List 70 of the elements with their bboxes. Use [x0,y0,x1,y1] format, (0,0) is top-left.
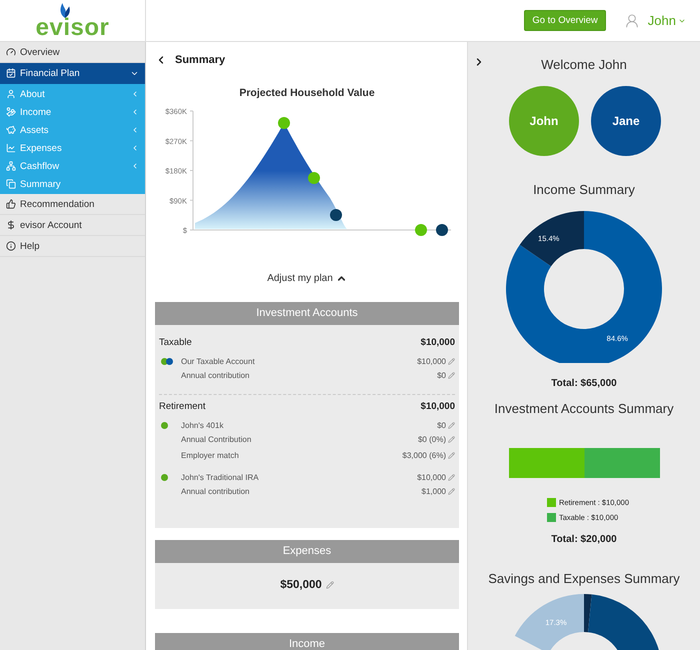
detail-value: $1,000 [422,486,446,496]
user-menu[interactable]: John [624,12,686,28]
welcome-heading: Welcome John [541,57,627,72]
detail-label: Annual contribution [181,486,250,496]
sidebar-item-icon [6,143,16,153]
edit-icon[interactable] [448,474,455,480]
sidebar-item-icon [6,89,16,99]
section-title: Investment Accounts Summary [494,400,674,416]
sidebar-item[interactable]: Recommendation [0,194,145,215]
person-circle[interactable]: Jane [591,86,661,156]
adjust-plan-toggle[interactable]: Adjust my plan [267,273,347,284]
sidebar-item-icon [6,199,16,209]
edit-icon[interactable] [448,452,455,458]
sidebar-item-icon [6,107,16,117]
detail-label: Annual Contribution [181,434,252,444]
sidebar-item-icon [6,179,16,189]
expenses-amount: $50,000 [280,579,322,591]
group-total: $10,000 [420,337,455,348]
edit-icon[interactable] [448,358,455,364]
sidebar-item[interactable]: evisor Account [0,215,145,236]
sidebar-item[interactable]: Financial Plan [0,63,145,84]
sidebar-item-icon [6,161,16,171]
edit-icon[interactable] [448,488,455,494]
detail-value: $0 [437,370,446,380]
sidebar-subitem[interactable]: Income [0,103,145,121]
sidebar-item-icon [6,68,16,78]
account-name: John's 401k [181,420,224,430]
sidebar-item-icon [6,220,16,230]
sidebar-subitem[interactable]: Summary [0,175,145,193]
person-circle[interactable]: John [509,86,579,156]
logo-leaf-icon [58,3,70,18]
sidebar-item-icon [6,241,16,251]
data-point[interactable] [308,172,320,184]
data-point[interactable] [436,224,448,236]
sidebar-item[interactable]: Help [0,236,145,257]
panel-header: Expenses [155,540,459,563]
page-title: Summary [175,54,226,66]
edit-icon[interactable] [326,581,334,589]
sidebar-subitem[interactable]: Assets [0,121,145,139]
panel-header: Investment Accounts [155,302,459,325]
group-label: Taxable [159,337,192,348]
panel-header: Income [155,633,459,650]
account-name: Our Taxable Account [181,356,255,366]
sidebar-item-icon [6,47,16,57]
investment-total: Total: $20,000 [551,534,617,546]
section-title: Income Summary [533,182,635,197]
detail-label: Employer match [181,450,239,460]
detail-value: $3,000 (6%) [402,450,446,460]
income-total: Total: $65,000 [551,378,617,389]
chart-title: Projected Household Value [238,87,376,99]
sidebar-item-icon [6,125,16,135]
detail-value: $0 (0%) [418,434,446,444]
detail-label: Annual contribution [181,370,250,380]
edit-icon[interactable] [448,372,455,378]
go-to-overview-button[interactable]: Go to Overview [524,10,606,31]
account-value: $10,000 [417,356,446,366]
logo-wordmark: evisor [36,18,110,38]
edit-icon[interactable] [448,436,455,442]
edit-icon[interactable] [448,422,455,428]
section-title: Savings and Expenses Summary [488,571,680,586]
data-point[interactable] [330,209,342,221]
group-label: Retirement [159,401,206,412]
sidebar-subitem[interactable]: About [0,85,145,103]
sidebar-subitem[interactable]: Cashflow [0,157,145,175]
account-value: $0 [437,420,446,430]
account-value: $10,000 [417,472,446,482]
group-total: $10,000 [420,401,455,412]
account-name: John's Traditional IRA [181,472,259,482]
user-avatar-icon [624,12,640,28]
sidebar-subitem[interactable]: Expenses [0,139,145,157]
